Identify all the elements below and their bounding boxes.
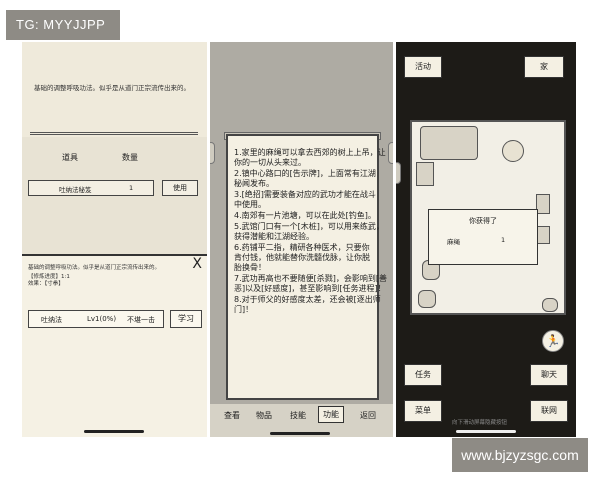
menu-button[interactable]: 菜单 xyxy=(404,400,442,422)
network-button[interactable]: 联网 xyxy=(530,400,568,422)
home-indicator xyxy=(456,430,516,433)
learn-button[interactable]: 学习 xyxy=(170,310,202,328)
nav-items[interactable]: 物品 xyxy=(256,410,272,421)
tip-line: 秘闻发布。 xyxy=(234,179,274,188)
barrel-icon xyxy=(542,298,558,312)
nav-back[interactable]: 返回 xyxy=(360,410,376,421)
home-indicator xyxy=(84,430,144,433)
item-quantity: 1 xyxy=(129,184,134,192)
cabinet-icon xyxy=(416,162,434,186)
nav-view[interactable]: 查看 xyxy=(224,410,240,421)
phone-screen-tips: 1.家里的麻绳可以拿去西郊的树上上吊，让 你的一切从头来过。 2.镇中心路口的[… xyxy=(210,42,393,437)
divider xyxy=(30,132,198,135)
tip-line: 门]！ xyxy=(234,305,254,314)
tip-line: 6.药铺平二指，精研各种医术，只要你 xyxy=(234,243,370,252)
item-obtained-popup: 你获得了 麻绳 1 xyxy=(428,209,538,265)
skill-note: 不堪一击 xyxy=(127,316,155,324)
tip-line: 你的一切从头来过。 xyxy=(234,158,306,167)
skill-dialog: X 基础的调整呼吸功法。似乎是从道门正宗流传出来的。 【修炼进度】1:1 效果：… xyxy=(22,254,207,437)
tip-line: 肯付钱，他就能替你洗髓伐脉，让你脱 xyxy=(234,253,370,262)
tip-line: 恶]以及[好感度]，甚至影响到[任务进程]！ xyxy=(234,284,386,293)
use-button[interactable]: 使用 xyxy=(162,180,198,196)
running-figure-icon[interactable]: 🏃 xyxy=(542,330,564,352)
tip-line: 胎换骨！ xyxy=(234,263,266,272)
skill-name: 吐纳法 xyxy=(41,316,62,324)
tip-line: 2.镇中心路口的[告示牌]，上面常有江湖 xyxy=(234,169,376,178)
pot-icon xyxy=(536,194,550,214)
phone-screen-inventory: 基础的调整呼吸功法。似乎是从道门正宗流传出来的。 道具 数量 吐纳法秘笈 1 使… xyxy=(22,42,207,437)
chat-button[interactable]: 聊天 xyxy=(530,364,568,386)
character-icon xyxy=(502,140,524,162)
watermark-site: www.bjzyzsgc.com xyxy=(452,438,588,472)
tip-line: 7.武功再高也不要随便[杀戮]，会影响到[善 xyxy=(234,274,387,283)
tip-line: 中使用。 xyxy=(234,200,266,209)
skill-description: 基础的调整呼吸功法。似乎是从道门正宗流传出来的。 xyxy=(28,265,161,271)
item-name: 吐纳法秘笈 xyxy=(59,186,92,194)
tip-line: 1.家里的麻绳可以拿去西郊的树上上吊，让 xyxy=(234,148,386,157)
skill-row[interactable]: 吐纳法 Lv1(0%) 不堪一击 xyxy=(28,310,164,328)
home-indicator xyxy=(270,432,330,435)
column-header-quantity: 数量 xyxy=(122,153,138,162)
side-handle[interactable] xyxy=(396,162,401,184)
inventory-row[interactable]: 吐纳法秘笈 1 xyxy=(28,180,154,196)
nav-functions[interactable]: 功能 xyxy=(318,406,344,423)
tip-line: 5.武馆门口有一个[木桩]，可以用来练武， xyxy=(234,222,384,231)
tip-line: 4.南郊有一片池塘，可以在此处[钓鱼]。 xyxy=(234,211,376,220)
column-header-item: 道具 xyxy=(62,153,78,162)
nav-skills[interactable]: 技能 xyxy=(290,410,306,421)
bed-icon xyxy=(420,126,478,160)
side-handle[interactable] xyxy=(388,142,393,164)
tip-line: 3.[绝招]需要装备对应的武功才能在战斗 xyxy=(234,190,376,199)
pot-icon xyxy=(536,226,550,244)
task-button[interactable]: 任务 xyxy=(404,364,442,386)
popup-title: 你获得了 xyxy=(469,217,497,225)
watermark-tg: TG: MYYJJPP xyxy=(6,10,120,40)
barrel-icon xyxy=(418,290,436,308)
activity-button[interactable]: 活动 xyxy=(404,56,442,78)
home-button[interactable]: 家 xyxy=(524,56,564,78)
tip-line: 8.对于师父的好感度太差，还会被[逐出师 xyxy=(234,295,381,304)
item-description: 基础的调整呼吸功法。似乎是从道门正宗流传出来的。 xyxy=(34,84,190,92)
side-handle[interactable] xyxy=(210,142,215,164)
item-description-panel: 基础的调整呼吸功法。似乎是从道门正宗流传出来的。 xyxy=(22,42,207,137)
popup-item-row: 麻绳 1 xyxy=(439,234,531,248)
tips-card: 1.家里的麻绳可以拿去西郊的树上上吊，让 你的一切从头来过。 2.镇中心路口的[… xyxy=(226,134,387,400)
popup-item-name: 麻绳 xyxy=(447,238,460,246)
skill-effect: 效果：【寸拳】 xyxy=(28,281,64,287)
skill-level: Lv1(0%) xyxy=(87,315,117,323)
phone-screen-house: 活动 家 你获得了 麻绳 1 🏃 任务 聊天 菜单 联网 向下滑动屏幕隐藏按钮 xyxy=(396,42,576,437)
popup-item-qty: 1 xyxy=(501,236,506,244)
close-icon[interactable]: X xyxy=(192,256,202,272)
hide-buttons-hint: 向下滑动屏幕隐藏按钮 xyxy=(452,420,508,426)
tip-line: 获得潜能和江湖经验。 xyxy=(234,232,314,241)
